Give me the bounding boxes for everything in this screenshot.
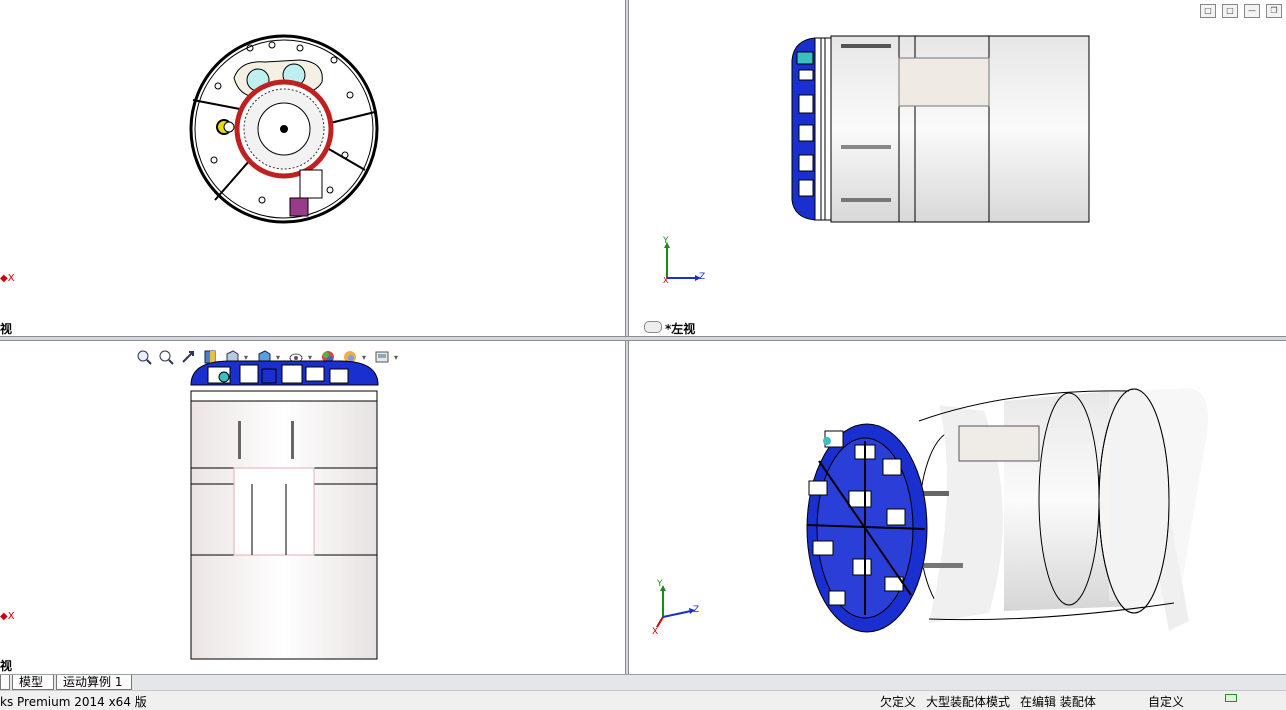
tab-model[interactable]: 模型 <box>12 675 54 690</box>
view-label-left: *左视 <box>665 322 696 336</box>
tab-motion-study-1[interactable]: 运动算例 1 <box>56 675 132 690</box>
status-app-name: ks Premium 2014 x64 版 <box>0 695 147 709</box>
triad-y-label: Y <box>657 579 663 589</box>
viewport-isometric[interactable]: Y Z X <box>629 341 1286 673</box>
machine-isometric-drawing <box>806 388 1209 633</box>
status-definition-state: 欠定义 <box>880 695 917 709</box>
status-assembly-mode: 大型装配体模式 <box>926 695 1011 709</box>
viewport-front[interactable]: ◆X 视 <box>0 0 625 336</box>
viewport-top[interactable]: ▾ ▾ ▾ ▾ ▾ ◆X 视 <box>0 341 625 673</box>
triad-z-label: Z <box>693 605 700 615</box>
status-bar: ks Premium 2014 x64 版 欠定义 大型装配体模式 在编辑 装配… <box>0 690 1286 710</box>
triad-x-label: X <box>663 276 669 285</box>
bottom-tab-bar: 模型 运动算例 1 <box>0 674 1286 690</box>
status-units[interactable]: 自定义 <box>1148 693 1184 710</box>
machine-side-drawing <box>791 35 1090 223</box>
cutterhead-front-drawing <box>189 34 379 224</box>
viewport-left[interactable]: □ □ — ❐ Y Z X *左视 <box>629 0 1286 336</box>
help-icon[interactable] <box>1225 694 1237 702</box>
view-link-icon[interactable] <box>644 321 662 333</box>
status-editing: 在编辑 装配体 <box>1020 695 1096 709</box>
view-label-top: 视 <box>0 659 13 673</box>
view-label-front: 视 <box>0 322 13 336</box>
axis-triad: Y Z X <box>659 236 709 286</box>
x-axis-indicator: ◆X <box>0 611 15 622</box>
axis-triad: Y Z X <box>651 579 706 639</box>
horizontal-viewport-splitter[interactable] <box>0 336 1286 341</box>
triad-x-label: X <box>652 627 659 637</box>
triad-y-label: Y <box>663 236 669 246</box>
tab-scroll-arrow[interactable] <box>0 675 10 690</box>
machine-top-drawing <box>190 360 379 660</box>
triad-z-label: Z <box>699 272 706 282</box>
x-axis-indicator: ◆X <box>0 273 15 284</box>
